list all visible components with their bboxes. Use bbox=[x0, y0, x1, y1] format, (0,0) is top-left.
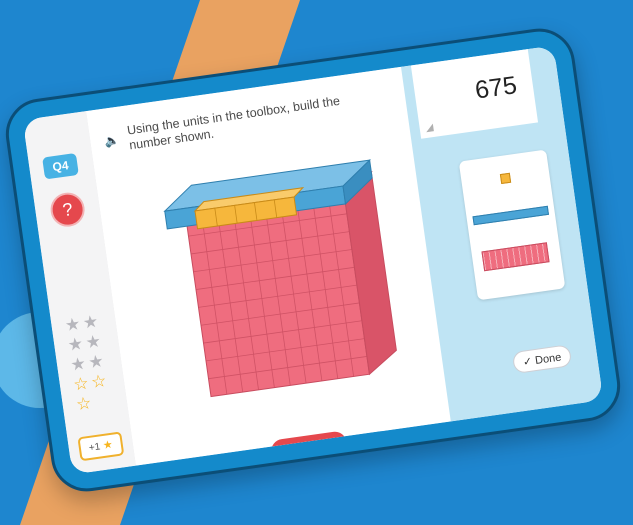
star-icon: ★ bbox=[81, 311, 100, 333]
done-button[interactable]: ✓ Done bbox=[511, 344, 573, 375]
target-number: 675 bbox=[473, 71, 519, 105]
star-icon: ☆ bbox=[89, 371, 108, 392]
bonus-label: +1 bbox=[88, 441, 102, 454]
star-icon: ★ bbox=[87, 351, 105, 373]
reset-icon: ↻ bbox=[285, 442, 298, 458]
target-number-card: 675 ◢ bbox=[410, 49, 539, 139]
toolbox-hundred-flat[interactable] bbox=[481, 242, 550, 272]
up-arrow-button[interactable]: ↑ bbox=[86, 470, 123, 475]
toolbox bbox=[458, 149, 566, 301]
work-area: 🔈 Using the units in the toolbox, build … bbox=[86, 66, 451, 466]
question-number-badge: Q4 bbox=[42, 152, 79, 180]
check-icon: ✓ bbox=[522, 355, 533, 369]
star-icon: ☆ bbox=[74, 393, 93, 415]
question-text: Using the units in the toolbox, build th… bbox=[126, 93, 341, 153]
done-label: Done bbox=[534, 350, 563, 367]
speaker-icon[interactable]: 🔈 bbox=[104, 133, 121, 149]
reset-label: Reset bbox=[299, 437, 333, 456]
bonus-star-badge: +1 ★ bbox=[77, 431, 125, 462]
star-icon: ★ bbox=[84, 331, 103, 353]
toolbox-ten-rod[interactable] bbox=[472, 205, 549, 226]
tablet-frame: Q4 ? ★★ ★★ ★★ ☆☆ ☆ +1 ★ ↑ 🔈 Using the un… bbox=[1, 23, 625, 497]
toolbox-unit-cube[interactable] bbox=[499, 172, 512, 185]
place-value-model[interactable] bbox=[139, 140, 420, 412]
star-progress: ★★ ★★ ★★ ☆☆ ☆ bbox=[62, 311, 118, 416]
resize-corner-icon: ◢ bbox=[425, 122, 435, 134]
star-icon: ★ bbox=[102, 438, 114, 452]
help-button[interactable]: ? bbox=[48, 190, 87, 229]
app-screen: Q4 ? ★★ ★★ ★★ ☆☆ ☆ +1 ★ ↑ 🔈 Using the un… bbox=[22, 45, 604, 475]
